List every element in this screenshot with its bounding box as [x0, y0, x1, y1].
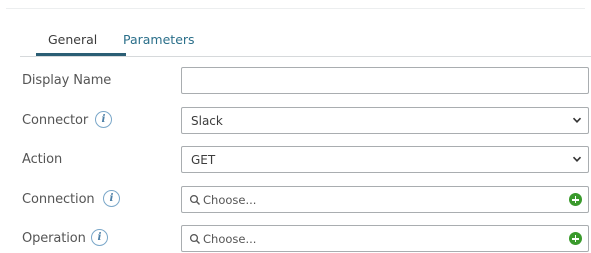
connector-label: Connector — [22, 113, 89, 128]
tab-general[interactable]: General — [48, 32, 97, 47]
connection-chooser[interactable]: Choose... — [181, 186, 589, 213]
tab-bar: General Parameters — [20, 28, 591, 57]
action-row: Action GET — [22, 146, 591, 174]
display-name-label: Display Name — [22, 73, 112, 88]
action-label: Action — [22, 152, 63, 167]
search-icon — [189, 233, 200, 244]
action-select[interactable]: GET — [181, 146, 589, 173]
operation-placeholder: Choose... — [203, 232, 257, 246]
connection-info-icon[interactable]: i — [103, 190, 120, 207]
connection-label: Connection — [22, 192, 95, 207]
operation-chooser[interactable]: Choose... — [181, 225, 589, 252]
chevron-down-icon — [572, 117, 582, 123]
top-divider — [6, 8, 585, 9]
operation-label: Operation — [22, 231, 86, 246]
operation-row: Operation i Choose... — [22, 225, 591, 253]
add-connection-icon[interactable] — [569, 193, 582, 206]
tab-parameters[interactable]: Parameters — [123, 32, 195, 47]
connector-row: Connector i Slack — [22, 107, 591, 135]
connector-info-icon[interactable]: i — [95, 111, 112, 128]
operation-info-icon[interactable]: i — [91, 229, 108, 246]
action-selected-value: GET — [191, 153, 216, 167]
display-name-row: Display Name — [22, 67, 591, 95]
chevron-down-icon — [572, 156, 582, 162]
connector-selected-value: Slack — [191, 114, 223, 128]
search-icon — [189, 194, 200, 205]
connection-placeholder: Choose... — [203, 193, 257, 207]
connection-row: Connection i Choose... — [22, 186, 591, 214]
active-tab-indicator — [36, 53, 126, 56]
add-operation-icon[interactable] — [569, 232, 582, 245]
connector-select[interactable]: Slack — [181, 107, 589, 134]
display-name-input[interactable] — [181, 67, 589, 94]
